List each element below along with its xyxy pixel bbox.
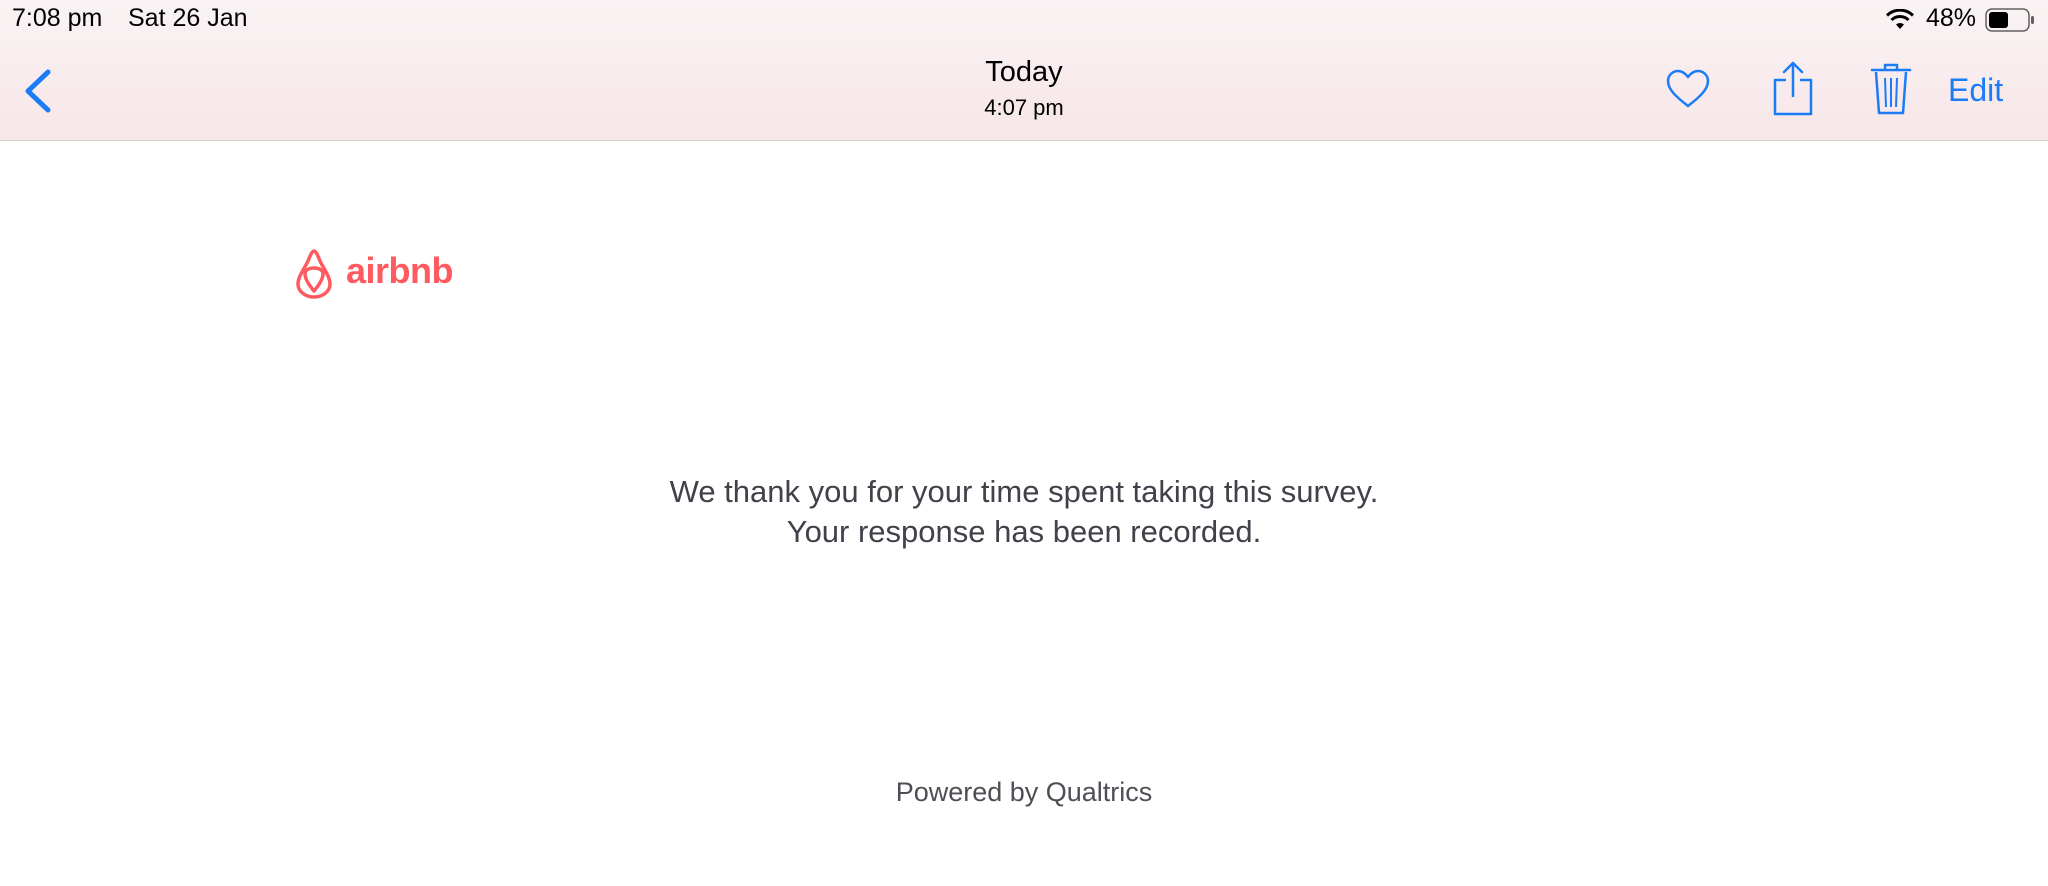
edit-button[interactable]: Edit — [1948, 72, 2003, 109]
message-line-1: We thank you for your time spent taking … — [669, 474, 1379, 509]
navigation-header: 7:08 pm Sat 26 Jan 48% Today 4:07 pm Edi… — [0, 0, 2048, 141]
status-time: 7:08 pm — [12, 4, 103, 32]
battery-icon — [1985, 8, 2034, 32]
message-line-2: Your response has been recorded. — [786, 514, 1262, 549]
status-date: Sat 26 Jan — [128, 4, 248, 32]
battery-percentage: 48% — [1926, 4, 1977, 32]
share-icon[interactable] — [1772, 60, 1814, 116]
powered-by-footer: Powered by Qualtrics — [895, 777, 1153, 807]
page-title: Today — [985, 56, 1063, 88]
heart-icon[interactable] — [1665, 68, 1711, 110]
trash-icon[interactable] — [1870, 62, 1912, 116]
airbnb-logo-text: airbnb — [346, 250, 454, 291]
wifi-icon — [1885, 9, 1915, 29]
page-subtitle: 4:07 pm — [984, 95, 1064, 120]
survey-confirmation-message: We thank you for your time spent taking … — [0, 472, 2048, 552]
